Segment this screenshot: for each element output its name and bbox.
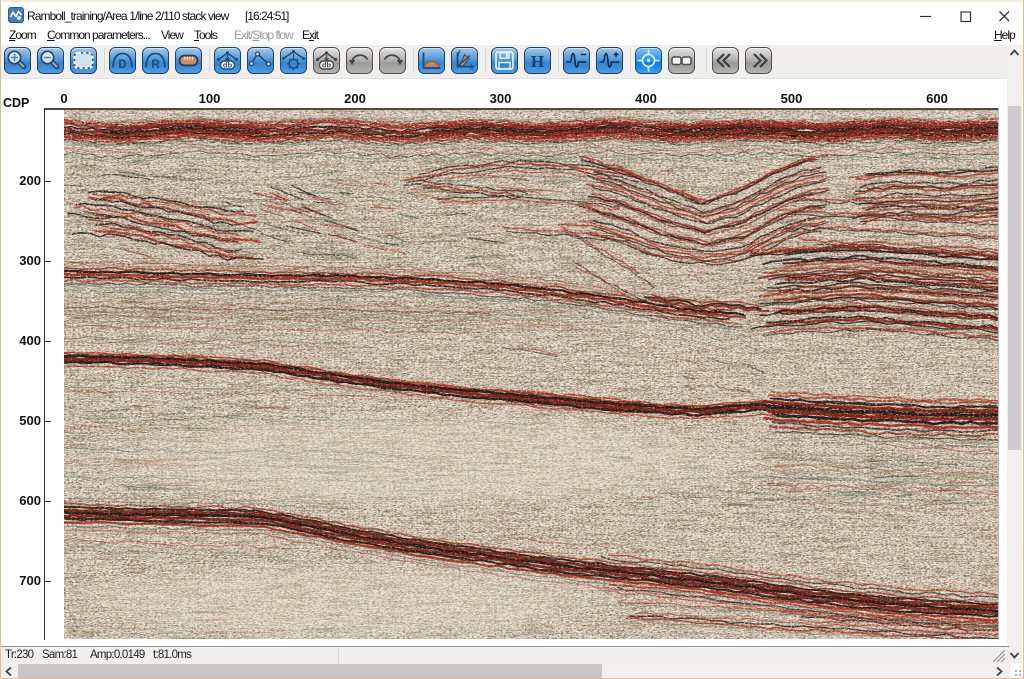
- svg-text:db: db: [321, 60, 331, 69]
- svg-text:R: R: [151, 59, 160, 71]
- svg-text:D: D: [118, 59, 126, 71]
- svg-text:db: db: [222, 60, 232, 69]
- svg-text:H: H: [530, 52, 543, 71]
- svg-text:k: k: [470, 63, 475, 72]
